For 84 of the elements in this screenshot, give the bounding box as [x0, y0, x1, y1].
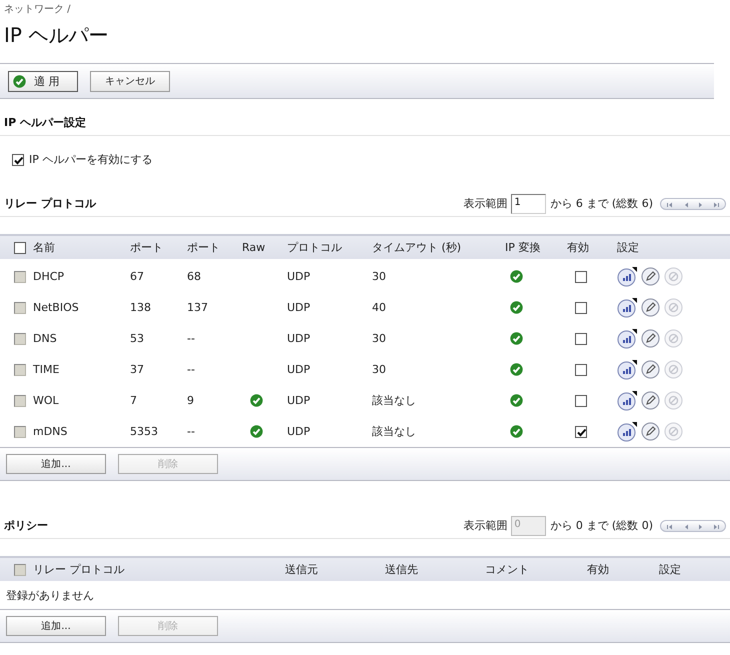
column-header: Raw [242, 241, 266, 254]
table-cell: UDP [287, 270, 310, 283]
enable-checkbox[interactable] [575, 270, 587, 282]
table-cell: UDP [287, 301, 310, 314]
table-cell: 30 [372, 270, 386, 283]
edit-button[interactable] [641, 298, 660, 317]
column-header: 有効 [587, 562, 609, 577]
statistics-button[interactable] [617, 422, 637, 442]
checkbox-label: IP ヘルパーを有効にする [29, 152, 152, 167]
column-header: 送信元 [285, 562, 318, 577]
section-heading: リレー プロトコル [4, 196, 96, 211]
pager-buttons[interactable] [660, 520, 726, 532]
table-cell: TIME [33, 363, 60, 376]
empty-message: 登録がありません [6, 588, 94, 602]
edit-button[interactable] [641, 329, 660, 348]
statistics-button[interactable] [617, 266, 637, 286]
column-header: プロトコル [287, 240, 342, 255]
table-cell: 40 [372, 301, 386, 314]
statistics-button[interactable] [617, 328, 637, 348]
range-label: 表示範囲 [463, 518, 508, 533]
table-cell: 該当なし [372, 393, 416, 408]
column-header: コメント [485, 562, 529, 577]
column-header: 送信先 [385, 562, 418, 577]
table-cell: UDP [287, 425, 310, 438]
section-heading: ポリシー [4, 518, 48, 533]
table-cell: 53 [130, 332, 144, 345]
column-header: リレー プロトコル [33, 562, 124, 577]
column-header: 名前 [33, 240, 55, 255]
table-cell: 30 [372, 332, 386, 345]
table-cell: UDP [287, 394, 310, 407]
table-cell: -- [187, 332, 195, 345]
column-header: 設定 [659, 562, 681, 577]
enable-checkbox[interactable] [575, 364, 587, 376]
enable-checkbox[interactable] [575, 332, 587, 344]
table-cell: 30 [372, 363, 386, 376]
column-header: ポート [130, 240, 163, 255]
table-cell: 67 [130, 270, 144, 283]
column-header: IP 変換 [505, 240, 540, 255]
table-cell: NetBIOS [33, 301, 79, 314]
section-heading: IP ヘルパー設定 [4, 115, 86, 130]
pager-buttons[interactable] [660, 198, 726, 210]
add-button[interactable]: 追加... [6, 616, 106, 636]
table-cell: 37 [130, 363, 144, 376]
page-title: IP ヘルパー [4, 22, 108, 49]
start-field[interactable]: 1 [511, 194, 546, 214]
table-cell: UDP [287, 363, 310, 376]
enable-checkbox[interactable] [575, 394, 587, 406]
table-cell: 138 [130, 301, 151, 314]
statistics-button[interactable] [617, 360, 637, 380]
column-header: 有効 [567, 240, 589, 255]
column-header: 設定 [617, 240, 639, 255]
table-cell: 7 [130, 394, 137, 407]
statistics-button[interactable] [617, 390, 637, 410]
column-header: ポート [187, 240, 220, 255]
table-cell: 68 [187, 270, 201, 283]
select-all-checkbox[interactable] [14, 242, 26, 254]
column-header: タイムアウト (秒) [372, 240, 462, 255]
edit-button[interactable] [641, 360, 660, 379]
table-cell: mDNS [33, 425, 68, 438]
edit-button[interactable] [641, 422, 660, 441]
table-cell: UDP [287, 332, 310, 345]
enable-checkbox[interactable] [12, 154, 24, 166]
table-cell: 9 [187, 394, 194, 407]
add-button[interactable]: 追加... [6, 454, 106, 474]
table-cell: -- [187, 425, 195, 438]
table-cell: 5353 [130, 425, 158, 438]
edit-button[interactable] [641, 391, 660, 410]
table-cell: DHCP [33, 270, 64, 283]
apply-button[interactable]: 適 用 [8, 70, 78, 92]
check-icon [13, 74, 26, 88]
table-cell: WOL [33, 394, 59, 407]
enable-checkbox[interactable] [575, 426, 587, 438]
range-text: から 0 まで (総数 0) [550, 518, 653, 533]
table-cell: DNS [33, 332, 57, 345]
table-cell: 137 [187, 301, 208, 314]
breadcrumb[interactable]: ネットワーク / [4, 2, 71, 16]
statistics-button[interactable] [617, 298, 637, 318]
range-text: から 6 まで (総数 6) [550, 196, 653, 211]
table-cell: -- [187, 363, 195, 376]
cancel-button[interactable]: キャンセル [90, 70, 170, 92]
enable-checkbox[interactable] [575, 302, 587, 314]
edit-button[interactable] [641, 267, 660, 286]
table-cell: 該当なし [372, 424, 416, 439]
range-label: 表示範囲 [463, 196, 508, 211]
